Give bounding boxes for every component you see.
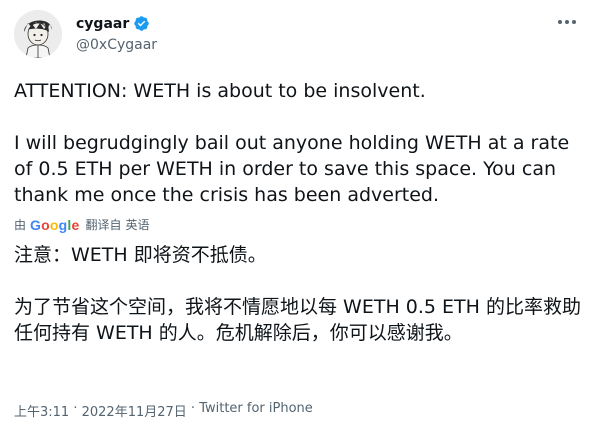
- more-options-icon[interactable]: [555, 14, 579, 30]
- display-name[interactable]: cygaar: [76, 16, 129, 32]
- google-logo[interactable]: Google: [30, 217, 79, 233]
- avatar-illustration: [14, 10, 62, 58]
- meta-separator: ·: [186, 401, 200, 416]
- tweet-source-app[interactable]: Twitter for iPhone: [199, 401, 313, 420]
- tweet-time[interactable]: 上午3:11: [14, 401, 69, 420]
- tweet-card: cygaar @0xCygaar ATTENTION: WETH is abou…: [0, 0, 593, 434]
- author-handle[interactable]: @0xCygaar: [76, 37, 157, 53]
- avatar[interactable]: [14, 10, 62, 58]
- tweet-text: ATTENTION: WETH is about to be insolvent…: [14, 80, 570, 206]
- meta-separator: ·: [69, 401, 82, 416]
- translated-text: 注意：WETH 即将资不抵债。 为了节省这个空间，我将不情愿地以每 WETH 0…: [14, 244, 581, 344]
- tweet-metadata: 上午3:11 · 2022年11月27日 · Twitter for iPhon…: [14, 401, 313, 420]
- author-name-row[interactable]: cygaar: [76, 15, 150, 32]
- translation-by-label: 由: [14, 218, 27, 232]
- translation-action-label: 翻译自: [85, 218, 122, 232]
- tweet-date[interactable]: 2022年11月27日: [82, 401, 187, 420]
- source-language-label: 英语: [125, 218, 150, 232]
- translation-attribution: 由 Google 翻译自 英语: [14, 216, 150, 233]
- verified-badge-icon: [134, 16, 150, 31]
